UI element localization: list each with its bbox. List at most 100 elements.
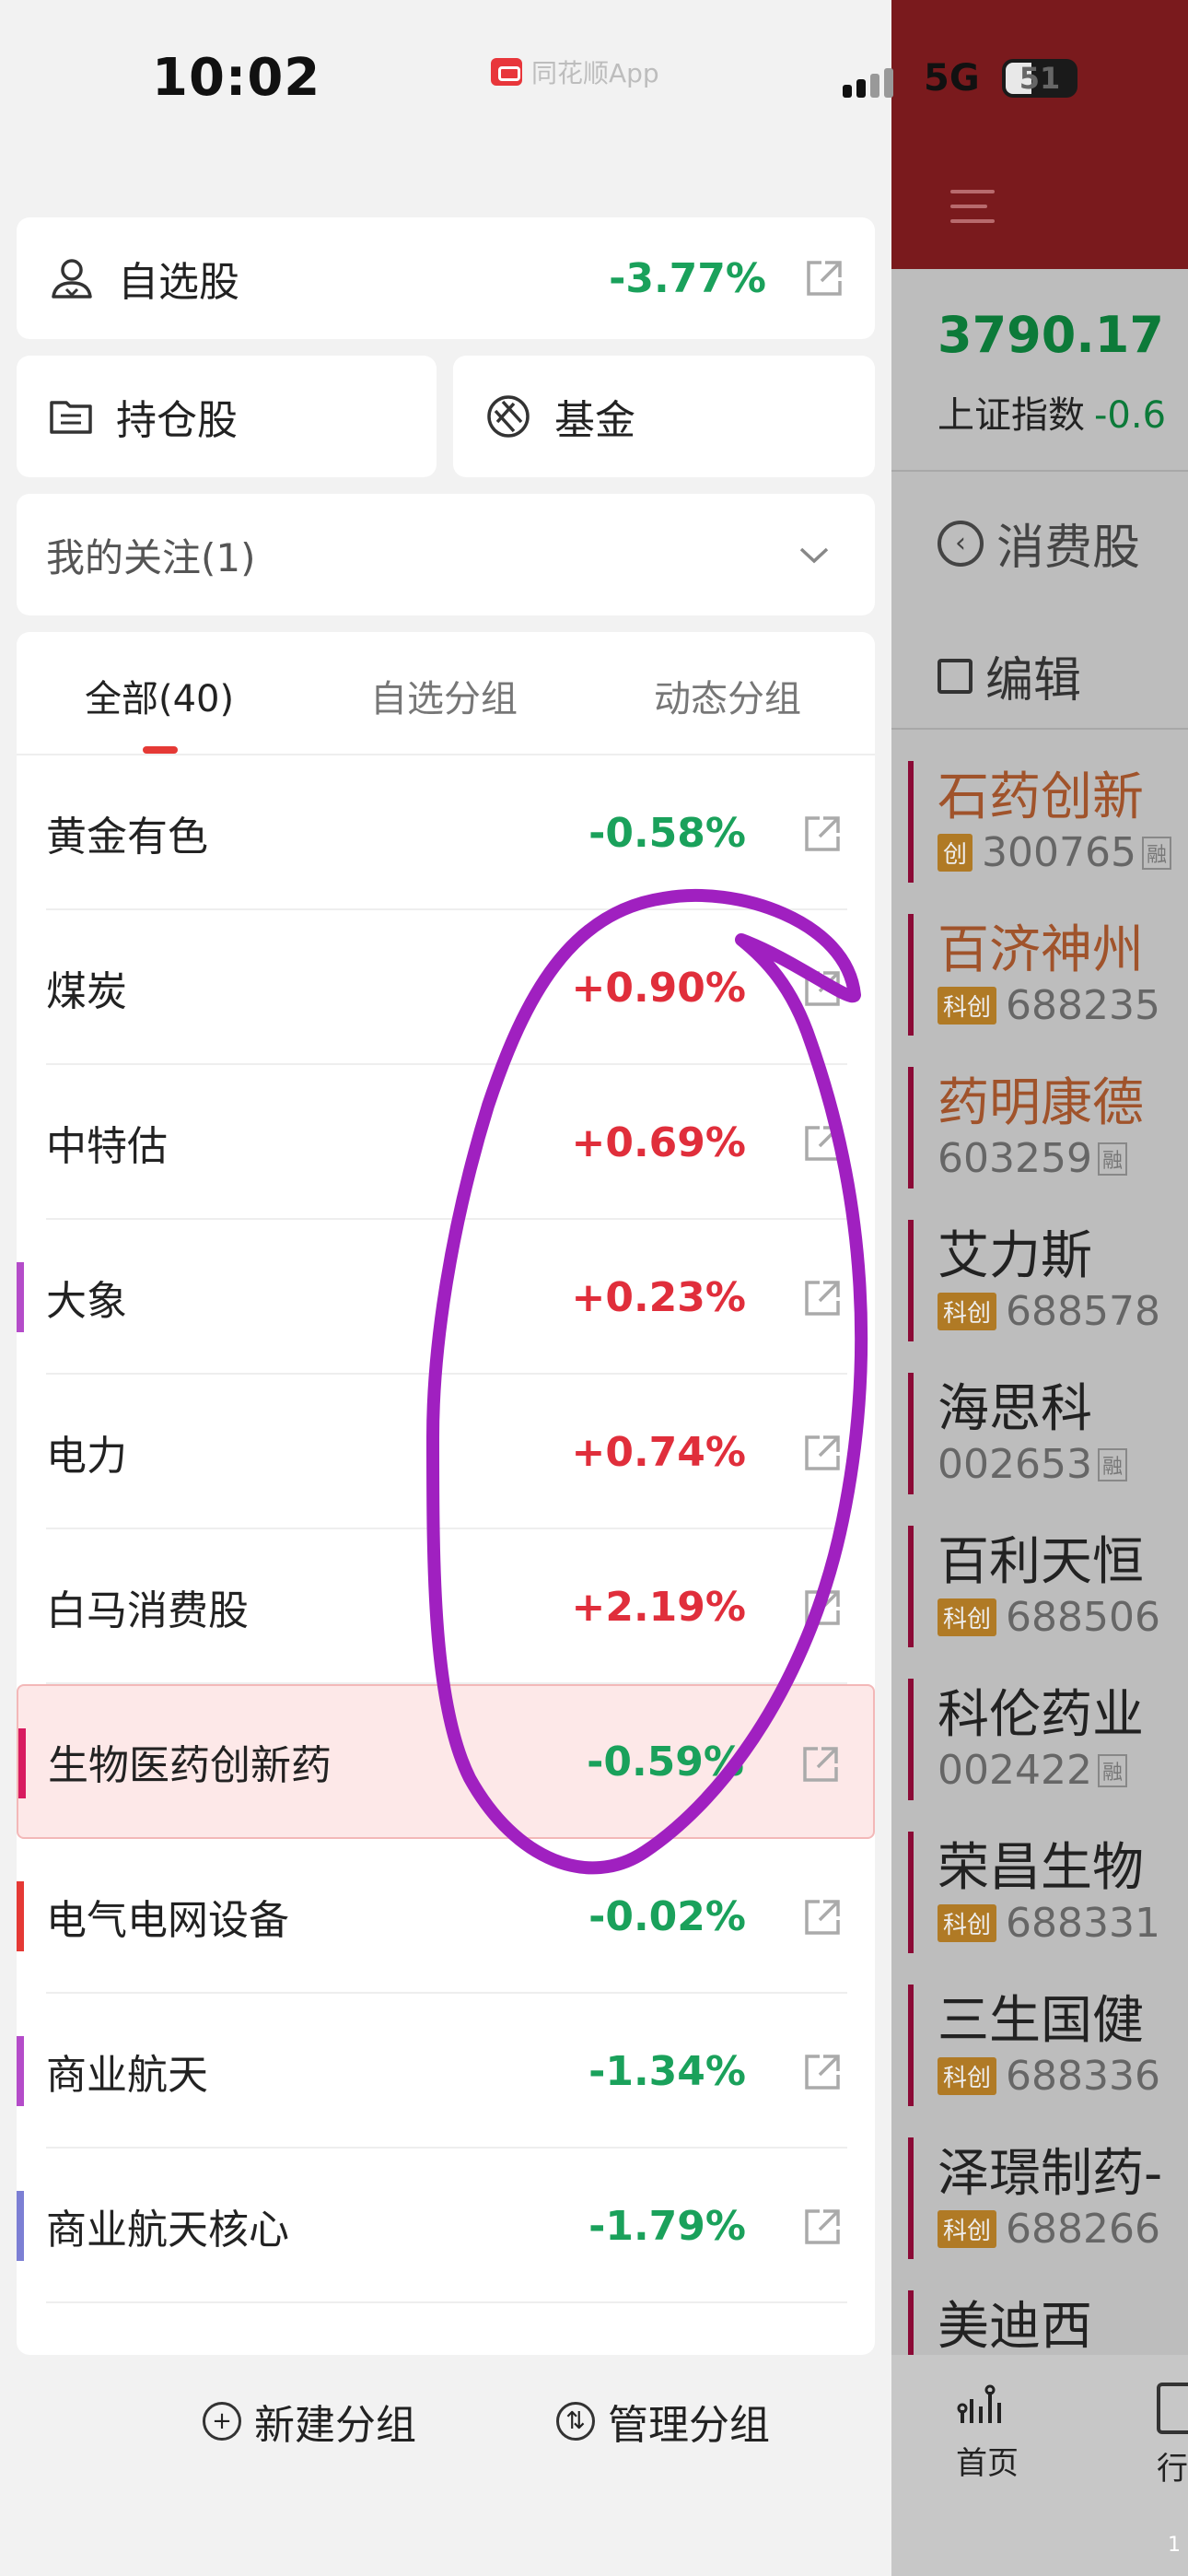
- menu-icon[interactable]: [950, 190, 995, 234]
- stock-code: 科创 688506: [938, 1594, 1160, 1641]
- tab-all[interactable]: 全部(40): [85, 669, 234, 722]
- edit-button[interactable]: 编辑: [938, 641, 1081, 710]
- group-row[interactable]: 白马消费股 +2.19%: [17, 1529, 875, 1684]
- chevron-left-icon: ‹: [938, 520, 984, 567]
- app-icon: [491, 58, 522, 86]
- folder-icon: [50, 401, 92, 434]
- watchlist-card[interactable]: 自选股 -3.77%: [17, 217, 875, 339]
- stock-row[interactable]: 海思科 002653 融: [908, 1364, 1188, 1502]
- group-change: +0.69%: [571, 1118, 746, 1166]
- my-follow-card[interactable]: 我的关注(1): [17, 494, 875, 615]
- battery-icon: 51: [1002, 59, 1077, 98]
- group-name: 电力: [46, 1433, 127, 1480]
- group-row[interactable]: 中特估 +0.69%: [17, 1065, 875, 1220]
- group-row[interactable]: 煤炭 +0.90%: [17, 910, 875, 1065]
- board-tag: 科创: [938, 2057, 997, 2095]
- fund-card[interactable]: 基金: [453, 356, 875, 477]
- group-change: +0.74%: [571, 1428, 746, 1476]
- group-color-mark: [17, 1262, 24, 1332]
- stock-row[interactable]: 艾力斯 科创 688578: [908, 1211, 1188, 1349]
- stock-row[interactable]: 泽璟制药- 科创 688266: [908, 2128, 1188, 2266]
- stock-row[interactable]: 荣昌生物 科创 688331: [908, 1822, 1188, 1961]
- board-tag: 科创: [938, 2210, 997, 2248]
- sliders-circle-icon: ⇅: [556, 2402, 595, 2441]
- manage-group-button[interactable]: ⇅ 管理分组: [556, 2392, 770, 2451]
- user-icon: [52, 259, 92, 299]
- network-label: 5G: [924, 57, 980, 100]
- home-chart-icon: [957, 2384, 1001, 2423]
- margin-tag: 融: [1141, 836, 1171, 870]
- chevron-down-icon[interactable]: [796, 541, 833, 568]
- stock-code: 002422 融: [938, 1747, 1127, 1794]
- group-name: 电气电网设备: [46, 1897, 289, 1944]
- stock-row[interactable]: 药明康德 603259 融: [908, 1058, 1188, 1196]
- group-name: 大象: [46, 1278, 127, 1325]
- external-link-icon[interactable]: [801, 1277, 844, 1319]
- board-tag: 科创: [938, 987, 997, 1025]
- nav-market[interactable]: 行: [1157, 2383, 1188, 2488]
- external-link-icon[interactable]: [801, 1896, 844, 1938]
- group-row[interactable]: 商业航天 -1.34%: [17, 1994, 875, 2149]
- group-name: 生物医药创新药: [48, 1742, 332, 1789]
- edit-icon: [938, 658, 973, 694]
- index-value: 3790.17 -2: [938, 306, 1164, 364]
- external-link-icon[interactable]: [799, 1743, 842, 1786]
- stock-row[interactable]: 石药创新创 300765 融: [908, 752, 1188, 890]
- new-group-button[interactable]: + 新建分组: [203, 2392, 416, 2451]
- group-name: 黄金有色: [46, 814, 208, 861]
- stock-mark: [908, 1220, 914, 1341]
- external-link-icon[interactable]: [801, 967, 844, 1010]
- external-link-icon[interactable]: [801, 1122, 844, 1165]
- group-row[interactable]: 黄金有色 -0.58%: [17, 755, 875, 910]
- tab-custom-groups[interactable]: 自选分组: [370, 669, 518, 722]
- group-change: +2.19%: [571, 1583, 746, 1631]
- tab-dynamic-groups[interactable]: 动态分组: [654, 669, 801, 722]
- group-row[interactable]: 大象 +0.23%: [17, 1220, 875, 1375]
- group-name: 白马消费股: [46, 1587, 249, 1634]
- margin-tag: 融: [1097, 1753, 1127, 1787]
- stock-name: 艾力斯: [938, 1226, 1092, 1286]
- external-link-icon[interactable]: [801, 1432, 844, 1474]
- group-change: -1.34%: [588, 2047, 746, 2095]
- group-color-mark: [17, 1881, 24, 1951]
- background-stock-list[interactable]: 3790.17 -2 上证指数-0.6 ‹ 消费股 编辑 石药创新创300765…: [891, 0, 1188, 2576]
- group-row[interactable]: 生物医药创新药 -0.59%: [17, 1684, 875, 1839]
- stock-name: 荣昌生物: [938, 1838, 1144, 1898]
- stock-row[interactable]: 科伦药业 002422 融: [908, 1669, 1188, 1808]
- external-link-icon[interactable]: [803, 257, 845, 299]
- external-link-icon[interactable]: [801, 813, 844, 855]
- stock-name: 药明康德: [938, 1073, 1144, 1133]
- group-color-mark: [18, 1728, 26, 1798]
- stock-code: 科创 688235: [938, 982, 1160, 1029]
- stock-code: 科创 688266: [938, 2206, 1160, 2253]
- external-link-icon[interactable]: [801, 2051, 844, 2093]
- drawer-bottom-bar: + 新建分组 ⇅ 管理分组: [0, 2355, 891, 2475]
- stock-row[interactable]: 百济神州 科创 688235: [908, 905, 1188, 1043]
- plus-circle-icon: +: [203, 2402, 241, 2441]
- stock-mark: [908, 2137, 914, 2259]
- group-row[interactable]: 电力 +0.74%: [17, 1375, 875, 1529]
- stock-name: 百利天恒: [938, 1532, 1144, 1592]
- active-tab-indicator: [143, 746, 178, 754]
- stock-mark: [908, 1832, 914, 1953]
- group-drawer: 自选股 -3.77% 持仓股 基金 我的关注(1) 全部(40) 自选分组 动态…: [0, 0, 891, 2576]
- category-selector[interactable]: ‹ 消费股: [938, 509, 1140, 578]
- group-row[interactable]: 电气电网设备 -0.02%: [17, 1839, 875, 1994]
- fund-icon: [487, 395, 530, 438]
- nav-home[interactable]: 首页: [956, 2383, 1019, 2483]
- stock-code: 603259 融: [938, 1135, 1127, 1182]
- external-link-icon[interactable]: [801, 1587, 844, 1629]
- fund-label: 基金: [554, 397, 635, 444]
- stock-mark: [908, 1985, 914, 2106]
- group-row[interactable]: 商业航天核心 -1.79%: [17, 2149, 875, 2303]
- bottom-nav: 首页 行: [891, 2355, 1188, 2576]
- stock-row[interactable]: 三生国健 科创 688336: [908, 1975, 1188, 2113]
- stock-row[interactable]: 百利天恒 科创 688506: [908, 1516, 1188, 1655]
- external-link-icon[interactable]: [801, 2206, 844, 2248]
- holdings-card[interactable]: 持仓股: [17, 356, 437, 477]
- back-to-app[interactable]: 同花顺App: [491, 53, 659, 90]
- index-name: 上证指数 -0.6: [938, 394, 1167, 437]
- corner-label: 1: [1168, 2534, 1181, 2557]
- holdings-label: 持仓股: [116, 397, 238, 444]
- stock-mark: [908, 1373, 914, 1494]
